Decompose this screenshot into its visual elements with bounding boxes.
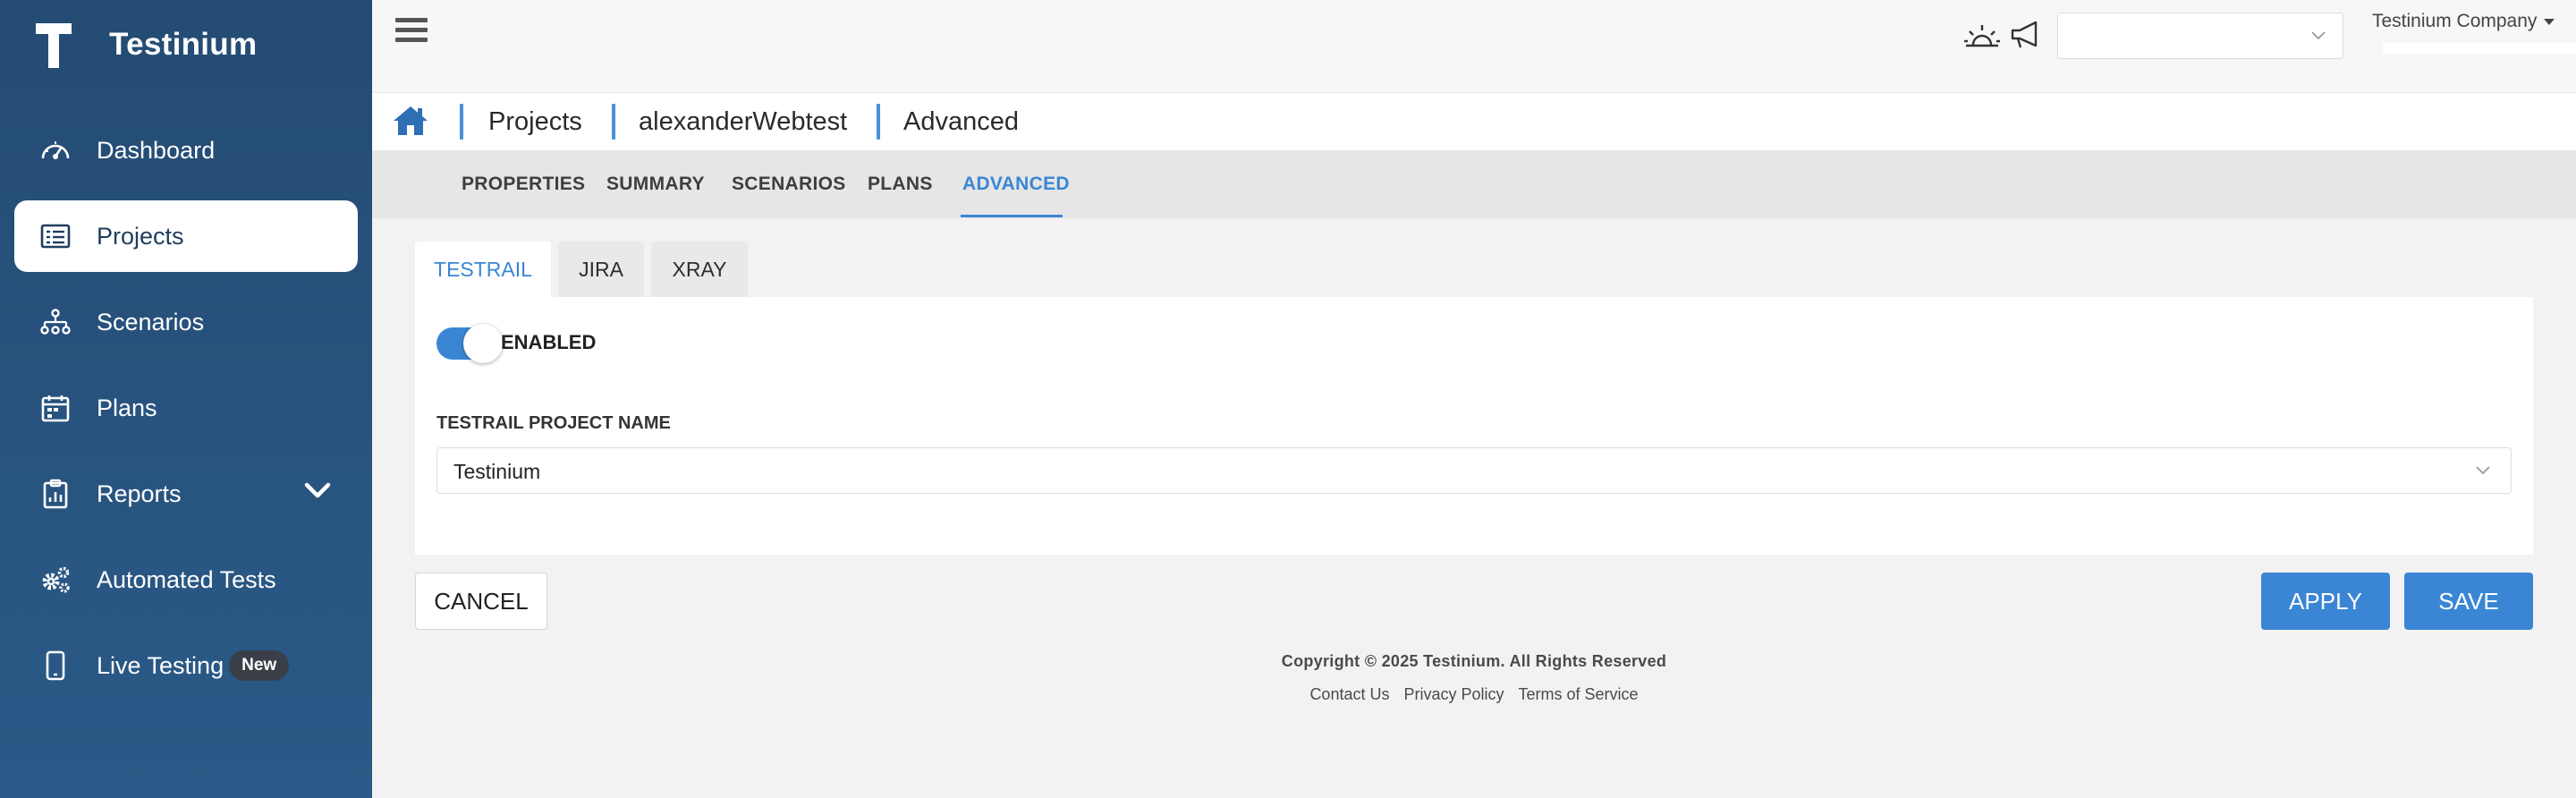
sidebar-item-label: Scenarios xyxy=(97,308,205,335)
chevron-down-icon[interactable] xyxy=(304,481,331,504)
footer-links: Contact Us Privacy Policy Terms of Servi… xyxy=(372,685,2576,704)
hamburger-menu-icon[interactable] xyxy=(395,18,428,47)
sidebar-item-label: Plans xyxy=(97,394,157,421)
subtab-testrail[interactable]: TESTRAIL xyxy=(415,242,551,297)
testrail-project-value: Testinium xyxy=(453,460,541,483)
brand-name: Testinium xyxy=(109,27,258,62)
testinium-logo-icon xyxy=(36,20,75,70)
copyright-text: Copyright © 2025 Testinium. All Rights R… xyxy=(1281,652,1667,670)
apply-button[interactable]: APPLY xyxy=(2261,573,2390,630)
breadcrumb: Projects alexanderWebtest Advanced xyxy=(372,93,2576,150)
projects-icon xyxy=(39,220,72,252)
sidebar-item-label: Live Testing xyxy=(97,651,225,679)
gauge-icon xyxy=(39,134,72,166)
sidebar-item-label: Dashboard xyxy=(97,136,216,164)
mobile-icon xyxy=(39,649,72,682)
caret-down-icon xyxy=(2544,18,2555,25)
save-button[interactable]: SAVE xyxy=(2404,573,2533,630)
brand[interactable]: Testinium xyxy=(36,18,257,72)
sidebar-item-projects[interactable]: Projects xyxy=(14,200,358,272)
terms-of-service-link[interactable]: Terms of Service xyxy=(1519,685,1639,704)
tab-summary[interactable]: SUMMARY xyxy=(606,174,705,195)
sidebar-item-live-testing[interactable]: Live Testing New xyxy=(14,630,358,701)
megaphone-icon[interactable] xyxy=(2009,20,2043,55)
workspace-select[interactable] xyxy=(2057,13,2343,59)
company-dropdown[interactable]: Testinium Company xyxy=(2372,11,2555,32)
report-icon xyxy=(39,478,72,510)
project-tabs: PROPERTIES SUMMARY SCENARIOS PLANS ADVAN… xyxy=(372,150,2576,218)
sidebar-item-label: Projects xyxy=(97,222,184,250)
advanced-settings: TESTRAIL JIRA XRAY ENABLED TESTRAIL PROJ… xyxy=(372,218,2576,798)
home-icon[interactable] xyxy=(392,104,429,142)
testrail-panel: ENABLED TESTRAIL PROJECT NAME Testinium xyxy=(415,297,2533,555)
subtab-xray[interactable]: XRAY xyxy=(651,242,748,297)
gears-icon xyxy=(39,564,72,596)
sidebar-item-reports[interactable]: Reports xyxy=(14,458,358,530)
sidebar-item-scenarios[interactable]: Scenarios xyxy=(14,286,358,358)
active-tab-indicator xyxy=(961,215,1063,217)
chevron-down-icon xyxy=(2475,464,2491,480)
chevron-down-icon xyxy=(2310,30,2326,46)
sidebar: Testinium Dashboard Projects Scenarios P… xyxy=(0,0,372,798)
sidebar-item-label: Automated Tests xyxy=(97,565,276,593)
toggle-knob xyxy=(463,324,503,363)
tab-properties[interactable]: PROPERTIES xyxy=(462,174,585,195)
sitemap-icon xyxy=(39,306,72,338)
sidebar-item-dashboard[interactable]: Dashboard xyxy=(14,115,358,186)
top-bar: Testinium Company xyxy=(372,0,2576,93)
cancel-button[interactable]: CANCEL xyxy=(415,573,547,630)
sidebar-item-plans[interactable]: Plans xyxy=(14,372,358,444)
tab-plans[interactable]: PLANS xyxy=(868,174,933,195)
breadcrumb-projects[interactable]: Projects xyxy=(488,107,582,137)
subtab-jira[interactable]: JIRA xyxy=(558,242,644,297)
sidebar-item-label: Reports xyxy=(97,480,182,507)
breadcrumb-separator xyxy=(460,104,463,140)
sun-icon[interactable] xyxy=(1962,20,2002,55)
new-badge: New xyxy=(229,650,290,681)
privacy-policy-link[interactable]: Privacy Policy xyxy=(1403,685,1504,704)
testrail-project-select[interactable]: Testinium xyxy=(436,447,2512,494)
enabled-toggle[interactable] xyxy=(436,324,503,363)
breadcrumb-current: Advanced xyxy=(903,107,1019,136)
company-dropdown-field xyxy=(2383,43,2576,54)
sidebar-item-automated-tests[interactable]: Automated Tests xyxy=(14,544,358,615)
breadcrumb-project[interactable]: alexanderWebtest xyxy=(639,107,847,137)
contact-us-link[interactable]: Contact Us xyxy=(1309,685,1389,704)
breadcrumb-separator xyxy=(612,104,615,140)
testrail-project-name-label: TESTRAIL PROJECT NAME xyxy=(436,413,671,433)
calendar-icon xyxy=(39,392,72,424)
breadcrumb-separator xyxy=(877,104,880,140)
company-name: Testinium Company xyxy=(2372,11,2538,31)
enabled-label: ENABLED xyxy=(501,331,597,353)
tab-scenarios[interactable]: SCENARIOS xyxy=(732,174,846,195)
tab-advanced[interactable]: ADVANCED xyxy=(962,174,1070,195)
